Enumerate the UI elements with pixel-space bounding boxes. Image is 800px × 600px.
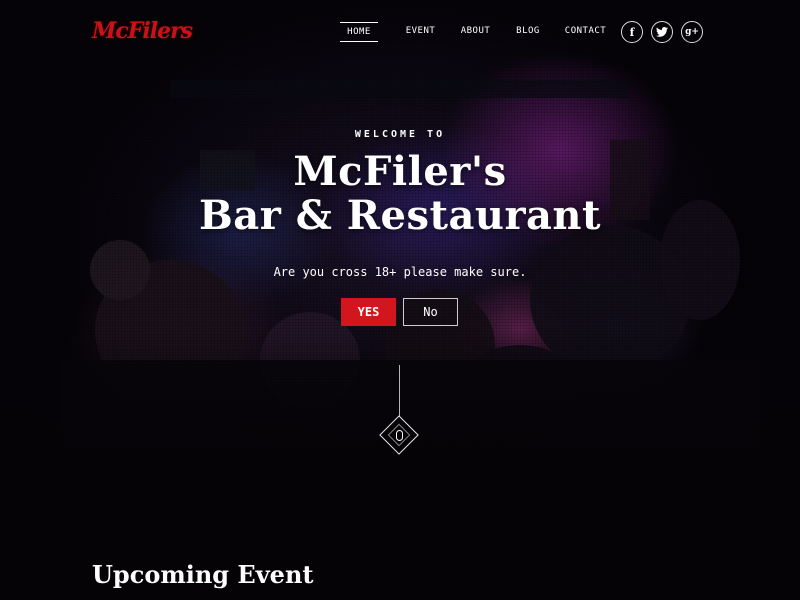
upcoming-event-title: Upcoming Event [92,560,314,589]
yes-button[interactable]: YES [341,298,396,326]
nav-item-blog[interactable]: BLOG [513,22,543,42]
main-nav: HOME EVENT ABOUT BLOG CONTACT [340,22,608,42]
age-prompt: Are you cross 18+ please make sure. [273,265,527,279]
hero-title: McFiler's Bar & Restaurant [0,150,800,238]
site-logo[interactable]: McFilers [92,12,193,54]
google-plus-glyph: g+ [685,27,699,37]
hero-title-line-2: Bar & Restaurant [198,192,601,239]
facebook-glyph: f [629,25,635,39]
mouse-scroll-icon [396,430,403,441]
social-links: f g+ [621,21,703,43]
nav-item-home[interactable]: HOME [340,22,378,42]
page: McFilers HOME EVENT ABOUT BLOG CONTACT f… [0,0,800,600]
facebook-icon[interactable]: f [621,21,643,43]
logo-text: McFilers [92,18,193,44]
no-button[interactable]: No [403,298,458,326]
twitter-bird-icon [656,27,668,37]
nav-item-contact[interactable]: CONTACT [563,22,608,42]
scroll-line [399,365,400,417]
twitter-icon[interactable] [651,21,673,43]
hero-title-line-1: McFiler's [293,148,507,195]
nav-item-event[interactable]: EVENT [403,22,438,42]
age-buttons: YES No [341,298,458,326]
welcome-label: WELCOME TO [354,129,446,140]
nav-item-about[interactable]: ABOUT [458,22,493,42]
google-plus-icon[interactable]: g+ [681,21,703,43]
